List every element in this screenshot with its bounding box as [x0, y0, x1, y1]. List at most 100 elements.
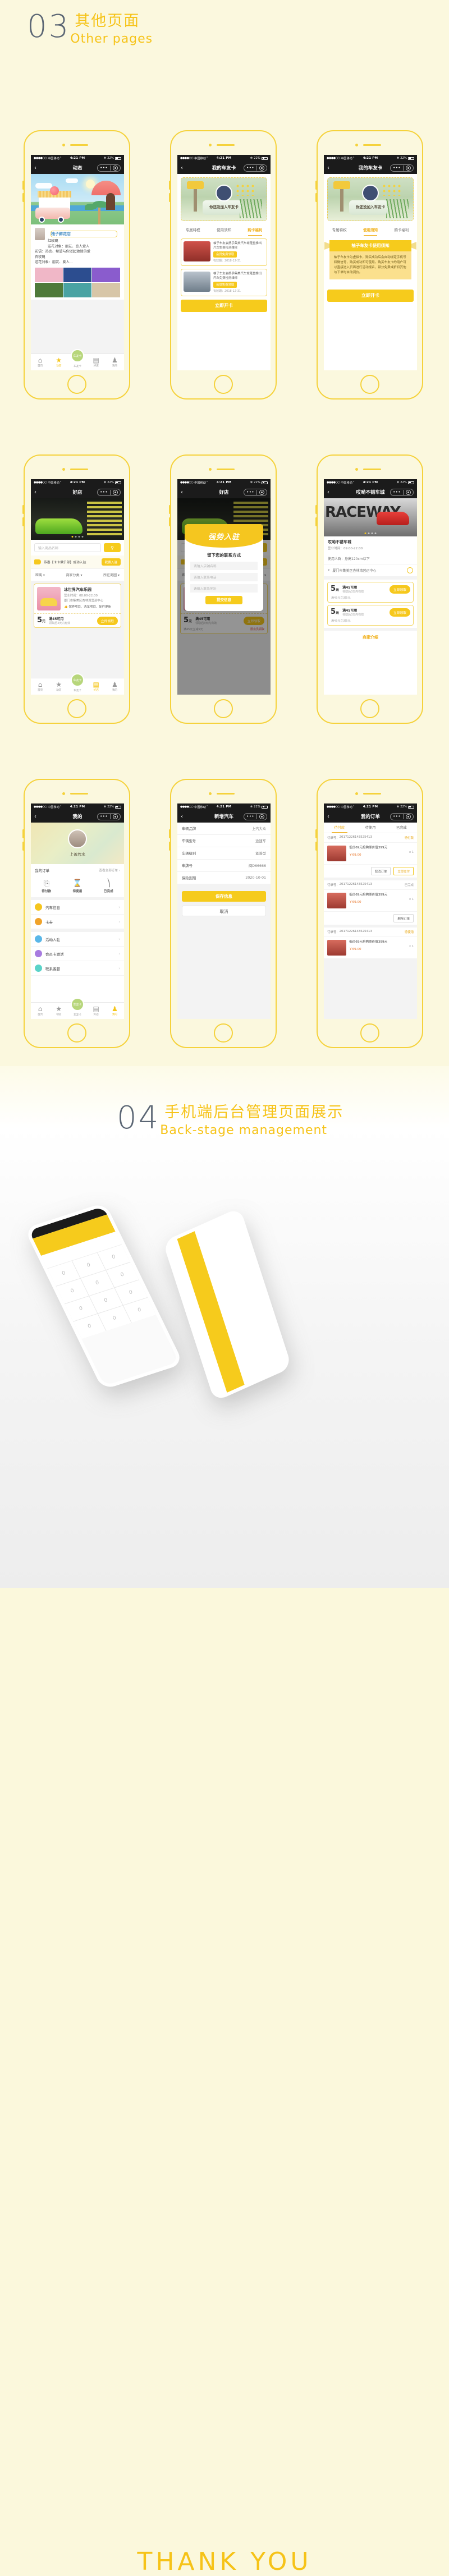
- field-car-model[interactable]: 车辆型号 途速车: [177, 835, 271, 847]
- tab-unpaid[interactable]: 待付款: [324, 823, 355, 833]
- post-photo[interactable]: [35, 283, 63, 297]
- wechat-capsule[interactable]: •••: [97, 488, 121, 496]
- tab-profile[interactable]: ♟ 我的: [106, 1003, 124, 1019]
- carousel-dot[interactable]: [81, 536, 84, 538]
- target-icon[interactable]: [259, 814, 264, 819]
- tab-unused[interactable]: 待使用: [355, 823, 386, 833]
- member-card-badge[interactable]: 车友卡: [71, 998, 84, 1011]
- benefit-pill[interactable]: 会员免费领取: [213, 251, 237, 258]
- wechat-capsule[interactable]: •••: [244, 488, 267, 496]
- more-icon[interactable]: •••: [100, 166, 108, 170]
- benefit-card[interactable]: 柚子车友会携手集美汽车城隆重推出汽车免费检测维修 会员免费领取 有效期：2018…: [181, 238, 267, 266]
- home-button[interactable]: [214, 1023, 233, 1043]
- wechat-capsule[interactable]: •••: [390, 164, 414, 172]
- post-shop-name[interactable]: 柚子鲜花店: [51, 231, 117, 237]
- tab-shop[interactable]: ▤ 好店: [87, 1003, 106, 1019]
- order-state-unpaid[interactable]: ⎘ 待付款: [31, 880, 62, 893]
- home-button[interactable]: [360, 1023, 379, 1043]
- carousel-dot[interactable]: [371, 532, 373, 534]
- tab-home[interactable]: ⌂ 首页: [31, 354, 49, 370]
- address-input[interactable]: 请输入联系地址: [190, 584, 258, 593]
- post-photo[interactable]: [63, 267, 91, 282]
- home-button[interactable]: [67, 1023, 86, 1043]
- home-button[interactable]: [67, 375, 86, 394]
- volume-down-button[interactable]: [22, 842, 24, 851]
- volume-up-button[interactable]: [22, 181, 24, 190]
- member-card-badge[interactable]: 车友卡: [71, 349, 84, 362]
- shop-name-input[interactable]: 请输入店铺名称: [190, 562, 258, 570]
- tab-benefits[interactable]: 购卡福利: [386, 224, 417, 236]
- tab-privileges[interactable]: 专属特权: [324, 224, 355, 236]
- search-button[interactable]: ⚲: [104, 543, 121, 552]
- tab-dynamic[interactable]: ★ 动态: [49, 354, 68, 370]
- volume-down-button[interactable]: [315, 193, 317, 202]
- carousel-dot[interactable]: [368, 532, 370, 534]
- wechat-capsule[interactable]: •••: [244, 164, 267, 172]
- tab-member-card[interactable]: 车友卡 车友卡: [68, 673, 86, 695]
- volume-down-button[interactable]: [315, 517, 317, 526]
- search-input[interactable]: 输入商品名称: [34, 543, 101, 552]
- field-plate-number[interactable]: 车牌号 闽D66666: [177, 860, 271, 872]
- shop-address-row[interactable]: ⌖ 厦门市集美区杏林湾营运中心: [324, 564, 417, 577]
- delete-order-button[interactable]: 删除订单: [393, 914, 414, 922]
- cancel-button[interactable]: 取消: [182, 906, 266, 916]
- carousel-dot[interactable]: [374, 532, 377, 534]
- volume-up-button[interactable]: [315, 829, 317, 838]
- volume-up-button[interactable]: [169, 505, 171, 514]
- target-icon[interactable]: [259, 165, 264, 171]
- tab-completed[interactable]: 已完成: [386, 823, 417, 833]
- volume-up-button[interactable]: [22, 829, 24, 838]
- home-button[interactable]: [67, 699, 86, 718]
- field-insurance-expiry[interactable]: 保险到期 2020-10-01: [177, 872, 271, 884]
- wechat-capsule[interactable]: •••: [97, 164, 121, 172]
- tab-shop[interactable]: ▤ 好店: [87, 354, 106, 370]
- order-row[interactable]: 订单号： 20171226143525413 待使用 低价69元抢购原价值399…: [324, 927, 417, 958]
- menu-item-card-activate[interactable]: 会员卡激活 ›: [31, 947, 124, 961]
- back-icon[interactable]: ‹: [327, 814, 329, 820]
- more-icon[interactable]: •••: [100, 490, 108, 494]
- more-icon[interactable]: •••: [246, 814, 254, 819]
- home-button[interactable]: [214, 375, 233, 394]
- wechat-capsule[interactable]: •••: [97, 812, 121, 820]
- back-icon[interactable]: ‹: [327, 489, 329, 495]
- avatar[interactable]: [68, 829, 87, 848]
- menu-item-activity-join[interactable]: 活动入驻 ›: [31, 932, 124, 947]
- tab-notice[interactable]: 使用须知: [208, 224, 239, 236]
- tab-dynamic[interactable]: ★ 动态: [49, 678, 68, 695]
- volume-up-button[interactable]: [22, 505, 24, 514]
- tab-profile[interactable]: ♟ 我的: [106, 678, 124, 695]
- member-card-visual[interactable]: 你还没加入车友卡: [181, 177, 267, 221]
- tab-notice[interactable]: 使用须知: [355, 224, 386, 236]
- shop-card[interactable]: 冰世界汽车乐园 营业时间：08:00-22:30 厦门市集美区杏林湾营运中心 👍…: [34, 584, 121, 628]
- post-photo[interactable]: [63, 283, 91, 297]
- volume-down-button[interactable]: [169, 193, 171, 202]
- order-row[interactable]: 订单号： 20171226143525413 已完成 低价69元抢购原价值399…: [324, 880, 417, 925]
- save-button[interactable]: 保存信息: [182, 891, 266, 902]
- volume-down-button[interactable]: [169, 517, 171, 526]
- target-icon[interactable]: [113, 814, 118, 819]
- benefit-card[interactable]: 柚子车友会携手集美汽车城隆重推出汽车免费检测维修 会员免费领取 有效期：2018…: [181, 269, 267, 296]
- filter-district[interactable]: 所在商圈 ▾: [103, 572, 120, 577]
- back-icon[interactable]: ‹: [181, 814, 183, 820]
- back-icon[interactable]: ‹: [34, 489, 36, 495]
- more-icon[interactable]: •••: [393, 814, 401, 819]
- tab-home[interactable]: ⌂ 首页: [31, 1003, 49, 1019]
- carousel-dot-active[interactable]: [364, 532, 366, 534]
- target-icon[interactable]: [406, 489, 411, 495]
- shop-banner[interactable]: RACEWAY: [324, 498, 417, 536]
- member-card-badge[interactable]: 车友卡: [71, 673, 84, 687]
- tab-member-card[interactable]: 车友卡 车友卡: [68, 349, 86, 370]
- more-icon[interactable]: •••: [246, 166, 254, 170]
- carousel-dot[interactable]: [75, 536, 77, 538]
- more-icon[interactable]: •••: [100, 814, 108, 819]
- open-card-button[interactable]: 立即开卡: [327, 290, 414, 302]
- volume-down-button[interactable]: [169, 842, 171, 851]
- member-card-visual[interactable]: 你还没加入车友卡: [327, 177, 414, 221]
- home-button[interactable]: [360, 375, 379, 394]
- back-icon[interactable]: ‹: [181, 489, 183, 495]
- tab-home[interactable]: ⌂ 首页: [31, 678, 49, 695]
- volume-up-button[interactable]: [169, 829, 171, 838]
- tab-shop[interactable]: ▤ 好店: [87, 678, 106, 695]
- volume-up-button[interactable]: [315, 505, 317, 514]
- order-row[interactable]: 订单号： 20171226143525413 待付款 低价69元抢购原价值399…: [324, 833, 417, 878]
